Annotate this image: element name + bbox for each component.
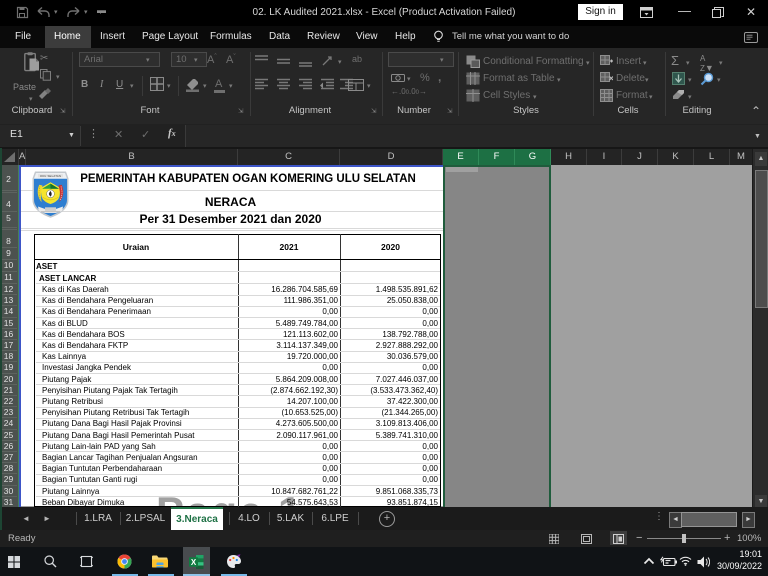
svg-text:X: X bbox=[191, 558, 197, 567]
svg-text:OKU SELATAN: OKU SELATAN bbox=[40, 174, 61, 178]
